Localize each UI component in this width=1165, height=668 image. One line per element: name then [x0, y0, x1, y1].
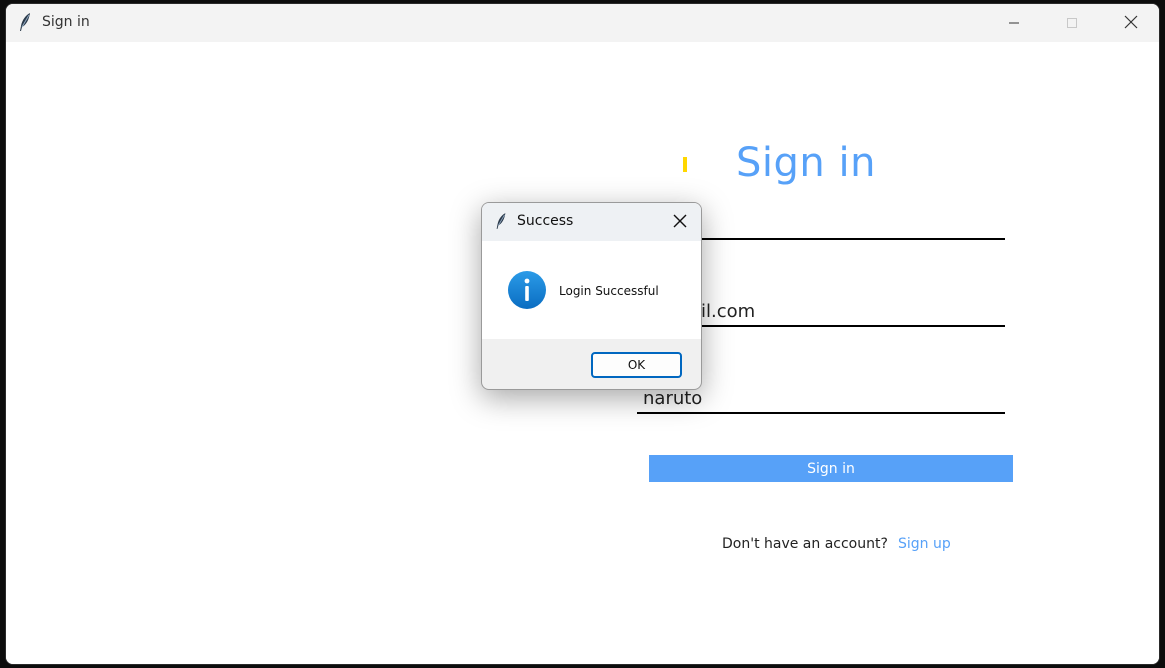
- close-icon: [1124, 14, 1138, 33]
- dialog-title: Success: [517, 213, 574, 229]
- ok-button[interactable]: OK: [591, 352, 682, 378]
- signup-prompt: Don't have an account?: [722, 536, 888, 552]
- close-button[interactable]: [1108, 4, 1154, 42]
- text-cursor-marker: [683, 157, 687, 172]
- close-icon: [673, 213, 687, 232]
- dialog-body: Login Successful: [482, 241, 701, 339]
- sign-in-button[interactable]: Sign in: [649, 455, 1013, 482]
- feather-icon: [494, 211, 508, 231]
- success-dialog: Success Login Successful OK: [481, 202, 702, 390]
- maximize-button[interactable]: [1049, 4, 1095, 42]
- maximize-icon: [1066, 14, 1078, 33]
- dialog-title-bar[interactable]: Success: [482, 203, 701, 241]
- minimize-icon: [1008, 14, 1020, 33]
- dialog-close-button[interactable]: [668, 211, 692, 233]
- info-icon: [507, 270, 547, 310]
- title-bar[interactable]: Sign in: [6, 4, 1159, 42]
- sign-up-link[interactable]: Sign up: [898, 536, 951, 552]
- dialog-message: Login Successful: [559, 284, 659, 298]
- minimize-button[interactable]: [991, 4, 1037, 42]
- page-title: Sign in: [736, 140, 876, 186]
- main-window: Sign in Sign in Sign in Don't have an ac…: [5, 3, 1160, 665]
- feather-icon: [17, 12, 33, 32]
- window-title: Sign in: [42, 14, 90, 30]
